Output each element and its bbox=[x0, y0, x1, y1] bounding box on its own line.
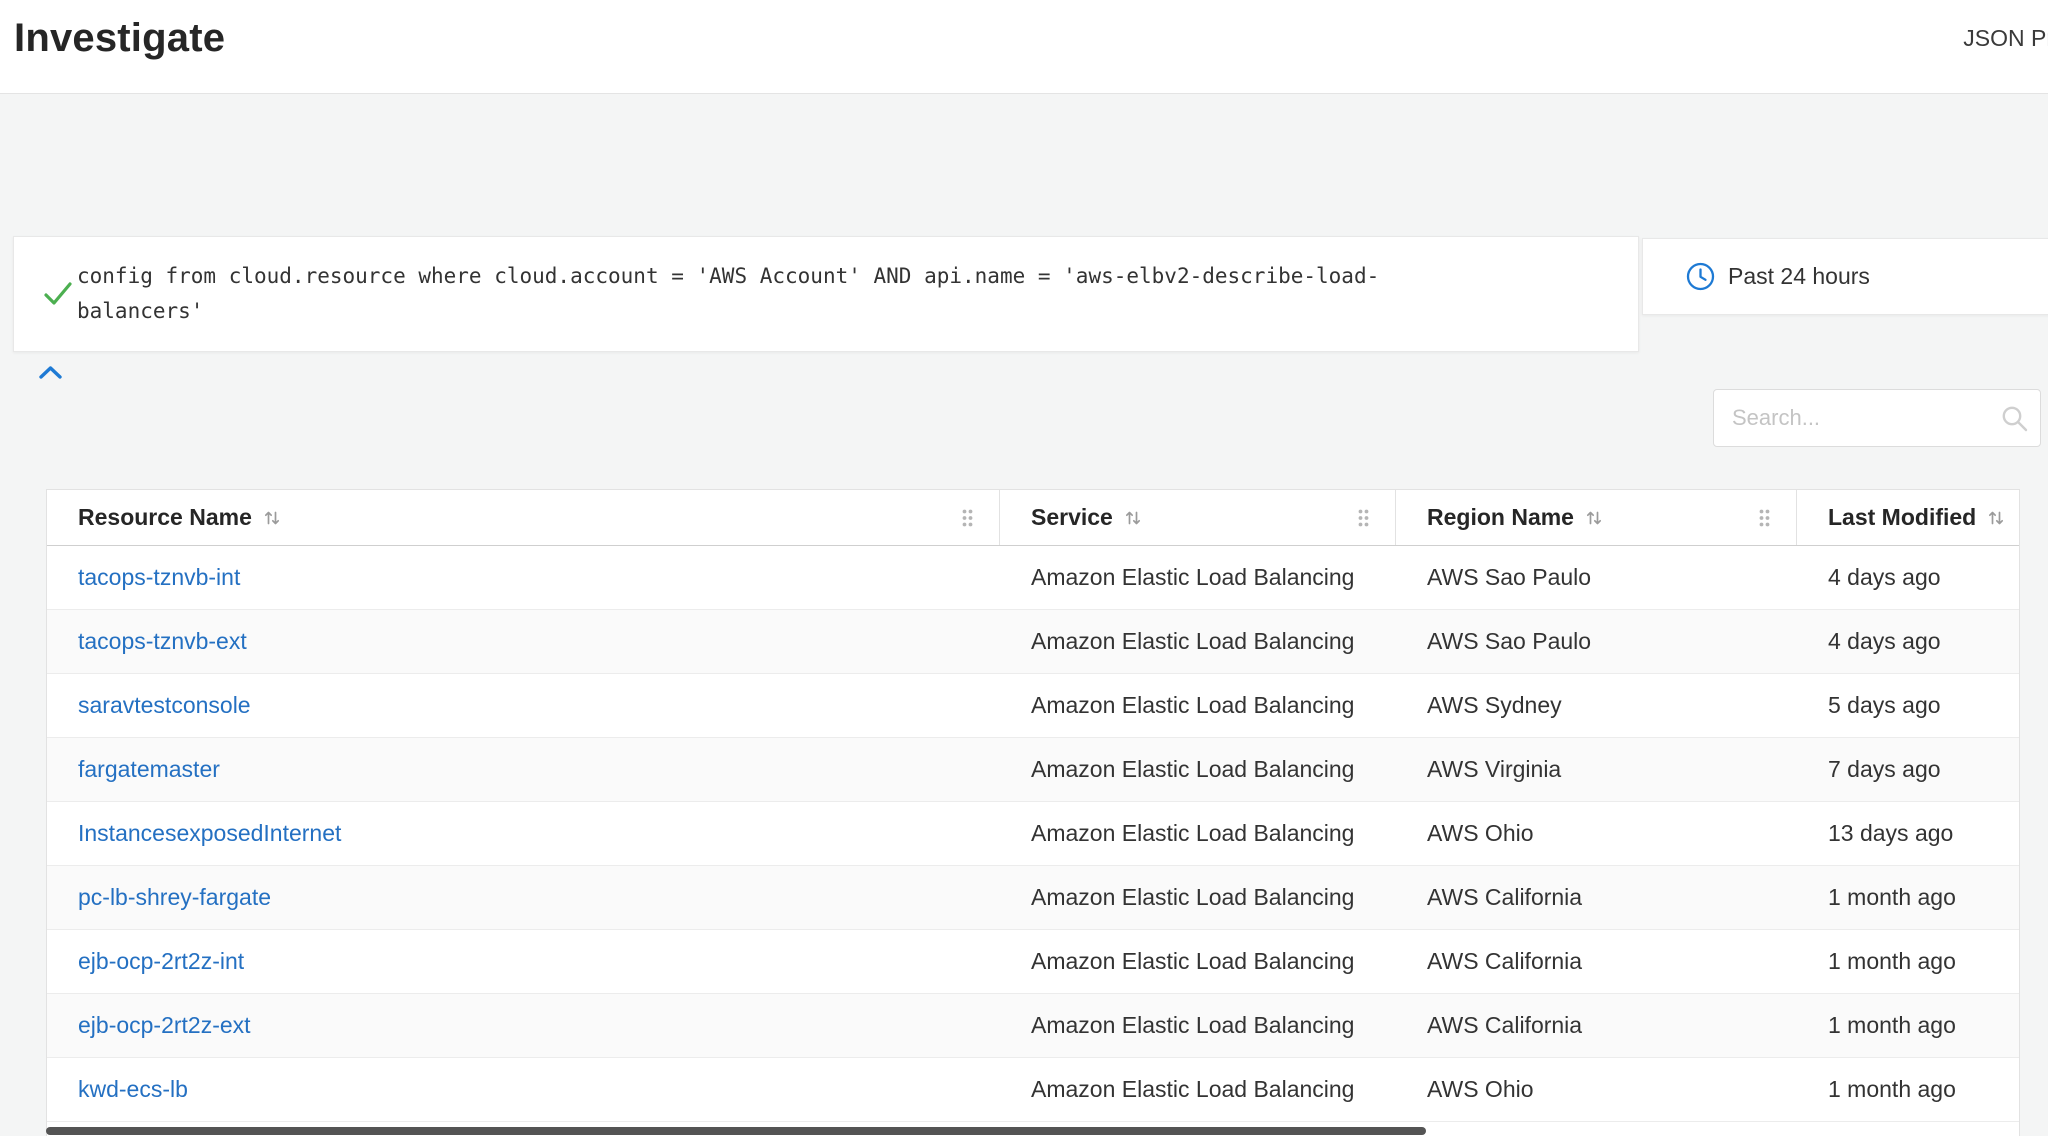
sort-icon[interactable] bbox=[1584, 508, 1604, 528]
drag-handle-icon[interactable] bbox=[960, 507, 975, 528]
last-modified-cell: 7 days ago bbox=[1797, 738, 2020, 801]
horizontal-scrollbar-thumb[interactable] bbox=[46, 1127, 1426, 1135]
rql-query-input[interactable]: config from cloud.resource where cloud.a… bbox=[77, 259, 1442, 329]
table-row: tacops-tznvb-int Amazon Elastic Load Bal… bbox=[47, 546, 2019, 610]
table-row: InstancesexposedInternet Amazon Elastic … bbox=[47, 802, 2019, 866]
column-label: Service bbox=[1031, 504, 1113, 531]
sort-icon[interactable] bbox=[1123, 508, 1143, 528]
column-label: Last Modified bbox=[1828, 504, 1976, 531]
table-row: saravtestconsole Amazon Elastic Load Bal… bbox=[47, 674, 2019, 738]
last-modified-cell: 1 month ago bbox=[1797, 930, 2020, 993]
collapse-query-chevron-icon[interactable] bbox=[37, 364, 64, 381]
top-bar: Investigate JSON Pr bbox=[0, 0, 2048, 94]
table-row: tacops-tznvb-ext Amazon Elastic Load Bal… bbox=[47, 610, 2019, 674]
drag-handle-icon[interactable] bbox=[1757, 507, 1772, 528]
search-icon bbox=[2000, 404, 2029, 433]
service-cell: Amazon Elastic Load Balancing bbox=[1000, 610, 1396, 673]
service-cell: Amazon Elastic Load Balancing bbox=[1000, 930, 1396, 993]
region-name-cell: AWS Virginia bbox=[1396, 738, 1797, 801]
resource-name-link[interactable]: fargatemaster bbox=[78, 756, 220, 783]
time-range-label: Past 24 hours bbox=[1728, 263, 1870, 290]
resource-name-link[interactable]: tacops-tznvb-ext bbox=[78, 628, 247, 655]
service-cell: Amazon Elastic Load Balancing bbox=[1000, 674, 1396, 737]
search-box bbox=[1713, 389, 2041, 447]
json-preview-toggle[interactable]: JSON Pr bbox=[1963, 25, 2048, 52]
table-row: ejb-ocp-2rt2z-ext Amazon Elastic Load Ba… bbox=[47, 994, 2019, 1058]
service-cell: Amazon Elastic Load Balancing bbox=[1000, 738, 1396, 801]
last-modified-cell: 4 days ago bbox=[1797, 610, 2020, 673]
service-cell: Amazon Elastic Load Balancing bbox=[1000, 546, 1396, 609]
table-body: tacops-tznvb-int Amazon Elastic Load Bal… bbox=[47, 546, 2019, 1122]
service-cell: Amazon Elastic Load Balancing bbox=[1000, 994, 1396, 1057]
column-label: Resource Name bbox=[78, 504, 252, 531]
region-name-cell: AWS California bbox=[1396, 866, 1797, 929]
resource-name-link[interactable]: pc-lb-shrey-fargate bbox=[78, 884, 271, 911]
time-range-selector[interactable]: Past 24 hours bbox=[1642, 238, 2048, 315]
resource-name-link[interactable]: kwd-ecs-lb bbox=[78, 1076, 188, 1103]
search-input[interactable] bbox=[1713, 389, 2041, 447]
column-header[interactable]: Resource Name bbox=[47, 490, 1000, 545]
region-name-cell: AWS Ohio bbox=[1396, 802, 1797, 865]
table-row: pc-lb-shrey-fargate Amazon Elastic Load … bbox=[47, 866, 2019, 930]
page-title: Investigate bbox=[14, 16, 225, 60]
service-cell: Amazon Elastic Load Balancing bbox=[1000, 866, 1396, 929]
last-modified-cell: 1 month ago bbox=[1797, 994, 2020, 1057]
service-cell: Amazon Elastic Load Balancing bbox=[1000, 1058, 1396, 1121]
column-header[interactable]: Service bbox=[1000, 490, 1396, 545]
last-modified-cell: 4 days ago bbox=[1797, 546, 2020, 609]
resource-name-link[interactable]: ejb-ocp-2rt2z-int bbox=[78, 948, 244, 975]
table-row: ejb-ocp-2rt2z-int Amazon Elastic Load Ba… bbox=[47, 930, 2019, 994]
resource-name-link[interactable]: tacops-tznvb-int bbox=[78, 564, 240, 591]
last-modified-cell: 1 month ago bbox=[1797, 866, 2020, 929]
results-table: Resource Name Service bbox=[46, 489, 2020, 1136]
sort-icon[interactable] bbox=[262, 508, 282, 528]
region-name-cell: AWS California bbox=[1396, 994, 1797, 1057]
region-name-cell: AWS Sao Paulo bbox=[1396, 610, 1797, 673]
table-row: fargatemaster Amazon Elastic Load Balanc… bbox=[47, 738, 2019, 802]
query-valid-check-icon bbox=[42, 280, 74, 308]
sort-icon[interactable] bbox=[1986, 508, 2006, 528]
service-cell: Amazon Elastic Load Balancing bbox=[1000, 802, 1396, 865]
column-header[interactable]: Last Modified bbox=[1797, 490, 2020, 545]
table-header-row: Resource Name Service bbox=[47, 490, 2019, 546]
investigate-page: Investigate JSON Pr config from cloud.re… bbox=[0, 0, 2048, 1136]
resource-name-link[interactable]: saravtestconsole bbox=[78, 692, 251, 719]
resource-name-link[interactable]: InstancesexposedInternet bbox=[78, 820, 341, 847]
clock-icon bbox=[1685, 261, 1716, 292]
table-row: kwd-ecs-lb Amazon Elastic Load Balancing… bbox=[47, 1058, 2019, 1122]
last-modified-cell: 13 days ago bbox=[1797, 802, 2020, 865]
query-card: config from cloud.resource where cloud.a… bbox=[13, 236, 1639, 352]
column-label: Region Name bbox=[1427, 504, 1574, 531]
last-modified-cell: 1 month ago bbox=[1797, 1058, 2020, 1121]
region-name-cell: AWS California bbox=[1396, 930, 1797, 993]
resource-name-link[interactable]: ejb-ocp-2rt2z-ext bbox=[78, 1012, 251, 1039]
drag-handle-icon[interactable] bbox=[1356, 507, 1371, 528]
region-name-cell: AWS Sao Paulo bbox=[1396, 546, 1797, 609]
region-name-cell: AWS Ohio bbox=[1396, 1058, 1797, 1121]
column-header[interactable]: Region Name bbox=[1396, 490, 1797, 545]
last-modified-cell: 5 days ago bbox=[1797, 674, 2020, 737]
region-name-cell: AWS Sydney bbox=[1396, 674, 1797, 737]
